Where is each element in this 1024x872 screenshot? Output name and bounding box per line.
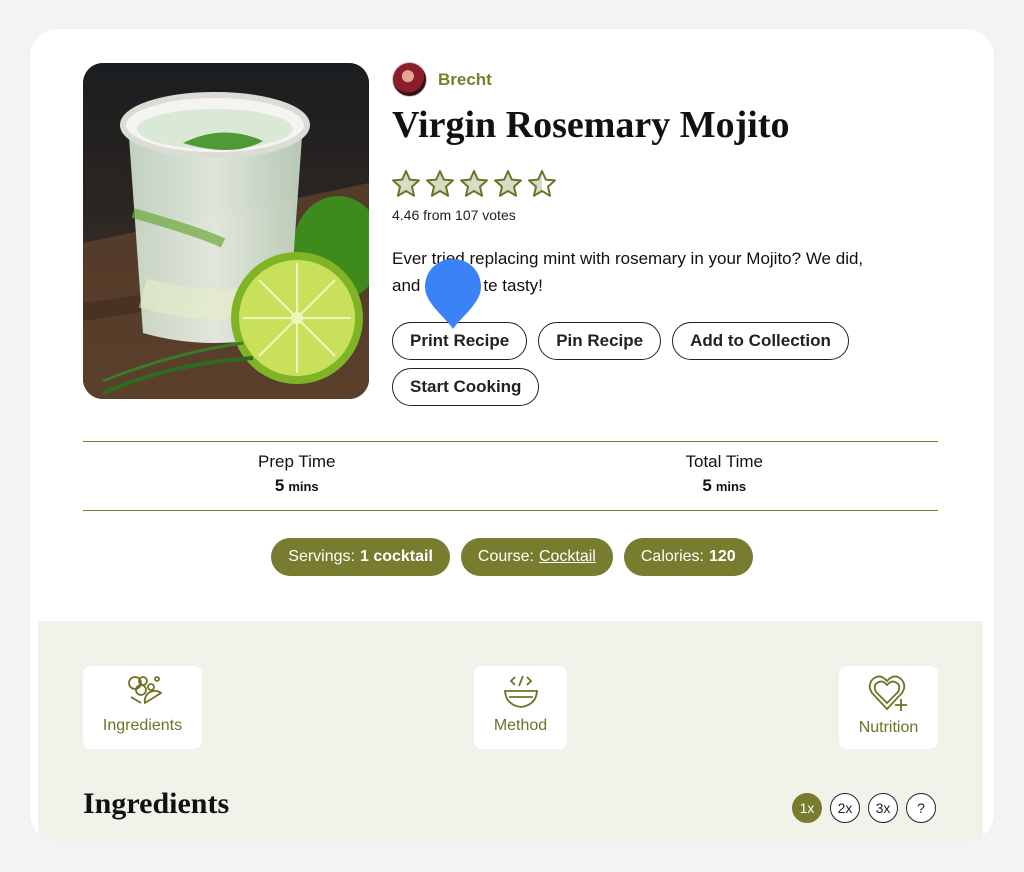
recipe-photo [83,63,369,399]
total-time-number: 5 [702,476,712,495]
prep-time-number: 5 [274,476,285,495]
add-to-collection-button[interactable]: Add to Collection [672,322,849,360]
ingredients-tile-label: Ingredients [102,717,183,734]
method-jump-button[interactable]: Method [474,666,567,749]
prep-time-value: 5 mins [83,476,511,496]
servings-scale: 1x 2x 3x ? [792,793,936,823]
recipe-sections-panel: Ingredients Method Nutrition Ingredients… [38,621,983,841]
scale-help-button[interactable]: ? [906,793,936,823]
prep-time: Prep Time 5 mins [83,442,511,510]
ingredients-jump-button[interactable]: Ingredients [83,666,202,749]
pin-recipe-button[interactable]: Pin Recipe [538,322,662,360]
recipe-actions: Print Recipe Pin Recipe Add to Collectio… [392,322,912,406]
scale-2x-button[interactable]: 2x [830,793,860,823]
nutrition-heart-icon [868,675,907,711]
course-badge: Course: Cocktail [460,538,613,576]
servings-value: 1 cocktail [359,548,433,565]
total-time-value: 5 mins [511,476,939,496]
description-line2-end: te tasty! [483,276,543,295]
author-name[interactable]: Brecht [438,70,492,90]
scale-3x-button[interactable]: 3x [868,793,898,823]
star-icon[interactable] [493,169,523,199]
course-link[interactable]: Cocktail [539,548,596,566]
recipe-title: Virgin Rosemary Mojito [392,104,790,146]
start-cooking-button[interactable]: Start Cooking [392,368,540,406]
rating-summary: 4.46 from 107 votes [392,207,516,223]
total-time: Total Time 5 mins [511,442,939,510]
description-line2-start: and [392,276,421,295]
ingredients-icon [127,676,163,705]
prep-time-unit: mins [288,479,319,494]
author-avatar[interactable] [392,62,427,97]
ingredients-heading: Ingredients [83,787,230,820]
total-time-label: Total Time [685,452,763,471]
method-bowl-icon [503,675,538,708]
nutrition-tile-label: Nutrition [858,719,919,736]
nutrition-jump-button[interactable]: Nutrition [839,666,938,749]
scale-1x-button[interactable]: 1x [792,793,822,823]
prep-time-label: Prep Time [258,452,336,471]
star-icon[interactable] [459,169,489,199]
calories-value: 120 [709,548,736,565]
map-pin-marker-icon [425,259,481,329]
rating-stars[interactable] [391,169,557,199]
star-icon[interactable] [391,169,421,199]
calories-label: Calories: [640,548,704,565]
author[interactable]: Brecht [392,62,492,97]
recipe-meta: Servings: 1 cocktail Course: Cocktail Calo… [30,538,994,576]
calories-badge: Calories: 120 [623,538,753,576]
star-icon[interactable] [527,169,557,199]
servings-badge[interactable]: Servings: 1 cocktail [271,538,450,576]
star-icon[interactable] [425,169,455,199]
method-tile-label: Method [493,717,548,734]
total-time-unit: mins [715,479,747,494]
course-label: Course: [477,548,534,565]
times-row: Prep Time 5 mins Total Time 5 mins [83,441,938,511]
recipe-card: Brecht Virgin Rosemary Mojito 4.46 from … [30,29,994,841]
servings-label: Servings: [288,548,355,565]
